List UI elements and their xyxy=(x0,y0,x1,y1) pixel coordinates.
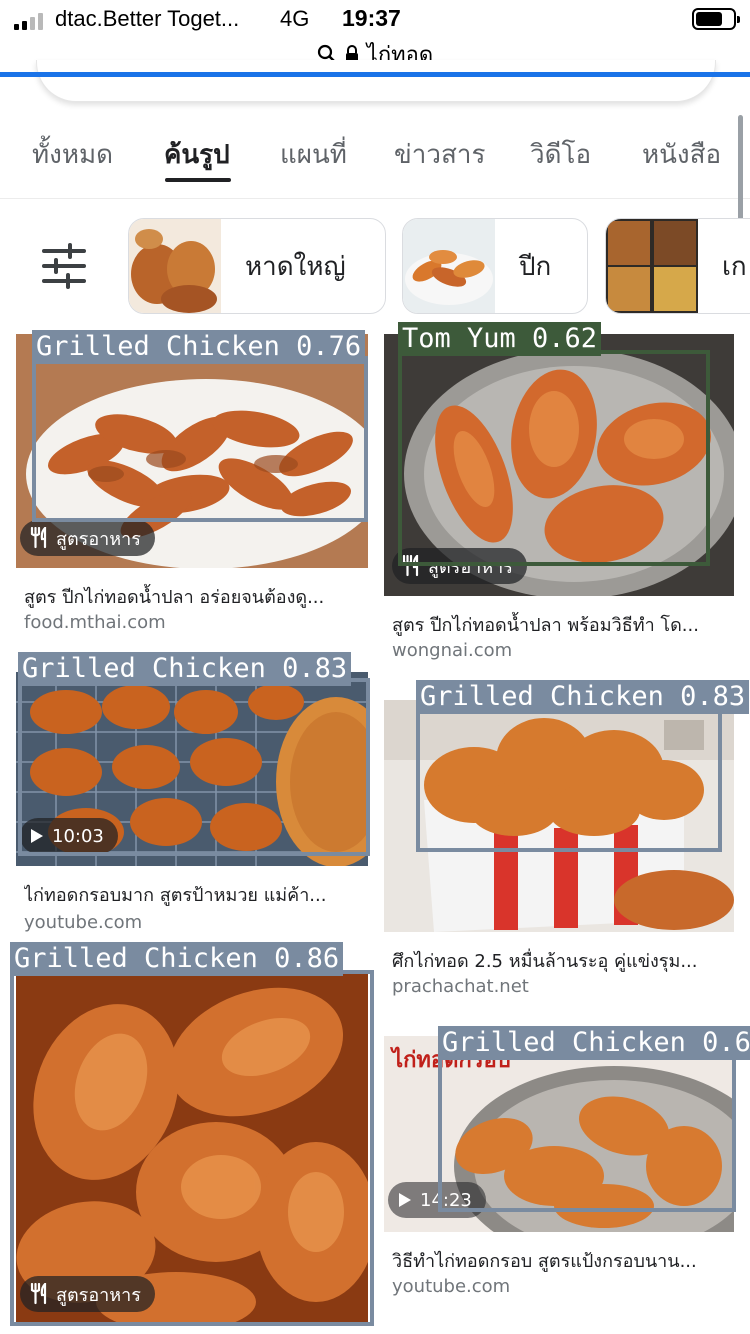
result-source[interactable]: prachachat.net xyxy=(392,976,529,997)
tune-icon[interactable] xyxy=(38,243,90,289)
chip-thumbnail xyxy=(606,219,698,313)
tab-news[interactable]: ข่าวสาร xyxy=(394,134,485,175)
recipe-badge: สูตรอาหาร xyxy=(20,520,155,556)
tab-maps[interactable]: แผนที่ xyxy=(280,134,347,175)
result-source[interactable]: wongnai.com xyxy=(392,640,512,661)
play-icon xyxy=(399,1193,411,1207)
detection-box xyxy=(438,1054,736,1212)
result-title[interactable]: สูตร ปีกไก่ทอดน้ำปลา อร่อยจนต้องดู... xyxy=(24,582,364,611)
result-title[interactable]: ไก่ทอดกรอบมาก สูตรป้าหมวย แม่ค้า... xyxy=(24,880,364,909)
network-type: 4G xyxy=(280,6,310,31)
chip-thumbnail xyxy=(403,219,495,313)
tab-videos[interactable]: วิดีโอ xyxy=(530,134,591,175)
chip-thumbnail xyxy=(129,219,221,313)
status-bar: dtac.Better Toget... 4G 19:37 xyxy=(0,0,750,40)
result-source[interactable]: youtube.com xyxy=(392,1276,510,1297)
detection-label: Grilled Chicken 0.67 xyxy=(438,1026,750,1060)
chip-wings[interactable]: ปีก xyxy=(402,218,588,314)
detection-box xyxy=(10,970,374,1326)
detection-box xyxy=(18,678,370,856)
utensils-icon xyxy=(30,527,47,549)
tab-books[interactable]: หนังสือ xyxy=(642,134,721,175)
divider xyxy=(0,198,750,199)
detection-label: Grilled Chicken 0.76 xyxy=(32,330,366,364)
chip-label: เก xyxy=(722,251,747,282)
result-source[interactable]: youtube.com xyxy=(24,912,142,933)
chip-label: หาดใหญ่ xyxy=(245,251,346,282)
badge-label: สูตรอาหาร xyxy=(56,528,141,550)
detection-label: Grilled Chicken 0.83 xyxy=(18,652,352,686)
tab-images[interactable]: ค้นรูป xyxy=(164,134,230,175)
search-tabs: ทั้งหมด ค้นรูป แผนที่ ข่าวสาร วิดีโอ หนั… xyxy=(0,126,750,186)
detection-label: Grilled Chicken 0.86 xyxy=(10,942,344,976)
page-load-progress xyxy=(0,72,750,77)
signal-icon xyxy=(14,12,43,30)
chip-hat-yai[interactable]: หาดใหญ่ xyxy=(128,218,386,314)
search-box[interactable] xyxy=(36,60,716,102)
detection-box xyxy=(398,350,710,566)
result-title[interactable]: สูตร ปีกไก่ทอดน้ำปลา พร้อมวิธีทำ โด... xyxy=(392,610,732,639)
clock: 19:37 xyxy=(342,5,401,31)
detection-label: Tom Yum 0.62 xyxy=(398,322,602,356)
result-title[interactable]: ศึกไก่ทอด 2.5 หมื่นล้านระอุ คู่แข่งรุม..… xyxy=(392,946,732,975)
detection-box xyxy=(416,708,722,852)
detection-box xyxy=(32,356,368,522)
result-title[interactable]: วิธีทำไก่ทอดกรอบ สูตรแป้งกรอบนาน... xyxy=(392,1246,732,1275)
detection-label: Grilled Chicken 0.83 xyxy=(416,680,750,714)
chip-third[interactable]: เก xyxy=(605,218,750,314)
carrier-name: dtac.Better Toget... xyxy=(55,6,240,31)
active-tab-indicator xyxy=(165,178,231,182)
battery-icon xyxy=(692,8,740,30)
chip-label: ปีก xyxy=(519,251,552,282)
result-source[interactable]: food.mthai.com xyxy=(24,612,166,633)
tab-all[interactable]: ทั้งหมด xyxy=(32,134,113,175)
